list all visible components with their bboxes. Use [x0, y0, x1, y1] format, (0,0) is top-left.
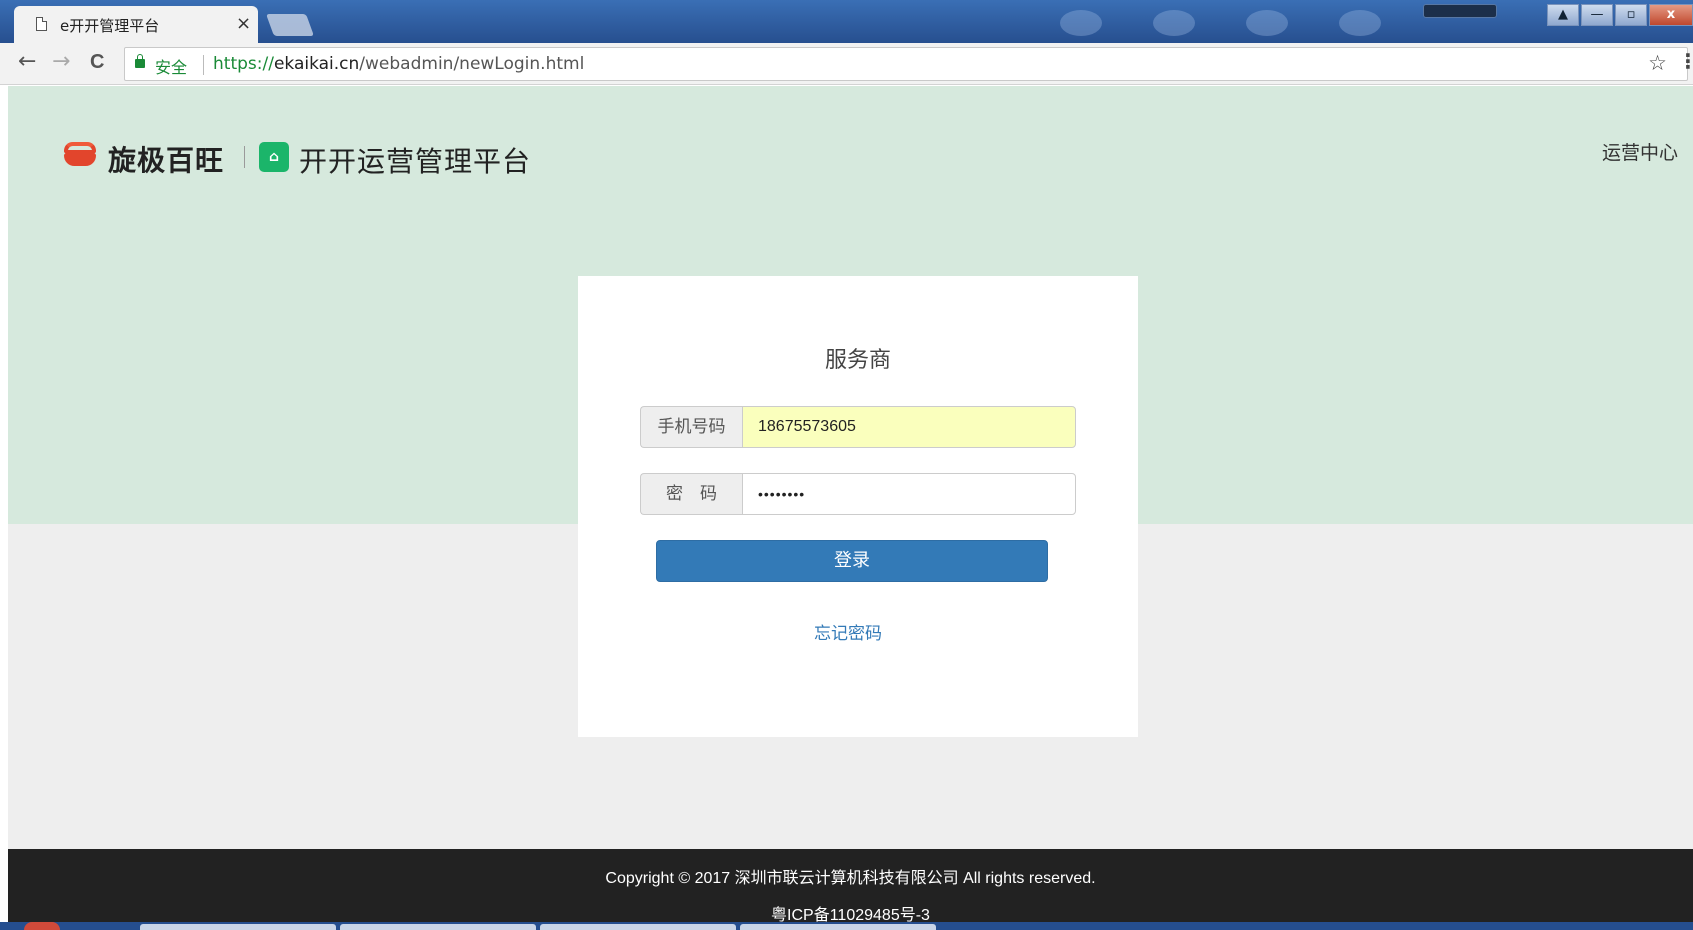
secure-label: 安全: [155, 58, 188, 77]
taskbar-item[interactable]: [340, 924, 536, 930]
back-arrow-icon[interactable]: ←: [18, 49, 36, 74]
brand-primary: 旋极百旺: [108, 144, 225, 177]
footer: Copyright © 2017 深圳市联云计算机科技有限公司 All righ…: [8, 849, 1693, 930]
desktop-icon-blur: [1246, 10, 1288, 36]
minimize-button[interactable]: —: [1581, 4, 1613, 26]
footer-copyright: Copyright © 2017 深圳市联云计算机科技有限公司 All righ…: [605, 870, 1096, 887]
brand-divider: [244, 146, 245, 168]
kaikai-logo-icon: ⌂: [259, 142, 289, 172]
close-window-button[interactable]: x: [1649, 4, 1693, 26]
address-bar[interactable]: 安全 https://ekaikai.cn/webadmin/newLogin.…: [124, 47, 1688, 81]
page-icon: [36, 17, 47, 31]
forward-arrow-icon[interactable]: →: [52, 49, 70, 74]
taskbar-item[interactable]: [740, 924, 936, 930]
password-input[interactable]: ••••••••: [742, 473, 1076, 515]
url-scheme: https://: [213, 54, 274, 74]
bookmark-star-icon[interactable]: ☆: [1648, 51, 1667, 75]
phone-input[interactable]: 18675573605: [742, 406, 1076, 448]
browser-toolbar: ← → C 安全 https://ekaikai.cn/webadmin/new…: [0, 43, 1693, 85]
reload-icon[interactable]: C: [90, 51, 104, 74]
taskbar-item[interactable]: [140, 924, 336, 930]
os-taskbar: [0, 922, 1693, 930]
login-title: 服务商: [824, 348, 891, 373]
url-text[interactable]: https://ekaikai.cn/webadmin/newLogin.htm…: [213, 54, 584, 74]
desktop-icon-blur: [1153, 10, 1195, 36]
url-path: /webadmin/newLogin.html: [359, 54, 585, 74]
password-input-group: 密 码 ••••••••: [640, 473, 1076, 515]
platform-name: 开开运营管理平台: [299, 145, 532, 178]
desktop-icon-blur: [1339, 10, 1381, 36]
password-label: 密 码: [640, 473, 742, 515]
login-button[interactable]: 登录: [656, 540, 1048, 582]
phone-label: 手机号码: [640, 406, 742, 448]
browser-menu-icon[interactable]: ⋮: [1678, 49, 1693, 73]
network-meter: [1423, 4, 1497, 18]
user-icon[interactable]: ▲: [1547, 4, 1579, 26]
brand-logo-icon: [64, 142, 96, 166]
ops-center-link[interactable]: 运营中心: [1602, 138, 1678, 165]
window-controls: ▲ — ▫ x: [1545, 4, 1693, 28]
browser-tab-active[interactable]: e开开管理平台 ×: [14, 6, 258, 43]
browser-title-bar: e开开管理平台 × ▲ — ▫ x: [0, 0, 1693, 43]
start-button[interactable]: [24, 922, 60, 930]
omnibox-divider: [203, 55, 204, 75]
desktop-icon-blur: [1060, 10, 1102, 36]
url-host: ekaikai.cn: [273, 54, 360, 74]
taskbar-item[interactable]: [540, 924, 736, 930]
tab-close-icon[interactable]: ×: [236, 13, 251, 34]
lock-icon: [135, 54, 145, 68]
new-tab-button[interactable]: [265, 14, 315, 36]
restore-button[interactable]: ▫: [1615, 4, 1647, 26]
phone-input-group: 手机号码 18675573605: [640, 406, 1076, 448]
tab-title: e开开管理平台: [60, 17, 160, 35]
page-viewport: 旋极百旺 ⌂ 开开运营管理平台 运营中心 服务商 手机号码 1867557360…: [8, 86, 1693, 930]
login-card: 服务商 手机号码 18675573605 密 码 •••••••• 登录 忘记密…: [578, 276, 1138, 737]
forgot-password-link[interactable]: 忘记密码: [578, 619, 1118, 644]
